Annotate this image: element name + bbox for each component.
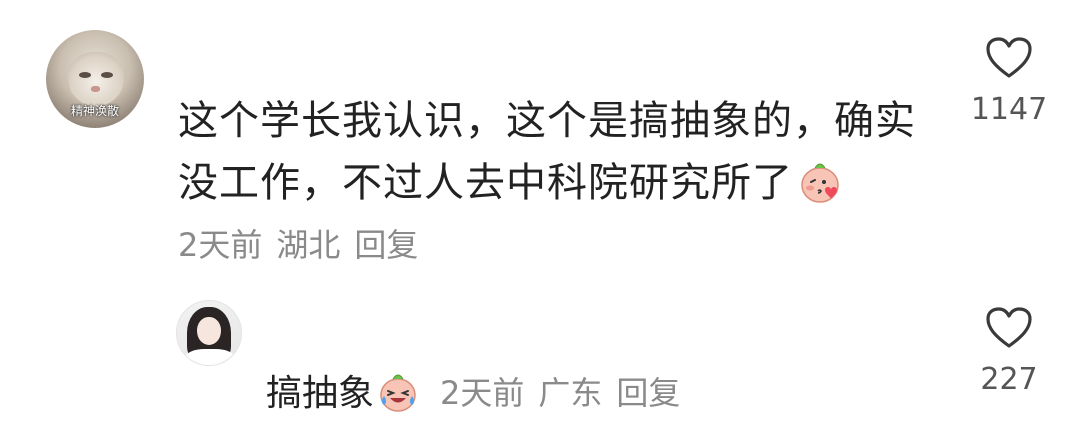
- cat-face: [68, 52, 124, 106]
- like-count: 1147: [970, 92, 1048, 127]
- like-count: 227: [980, 362, 1038, 397]
- reply-line: 搞抽象: [266, 364, 420, 416]
- comment-location: 湖北: [276, 226, 341, 264]
- reply-like-button[interactable]: 227: [954, 306, 1064, 397]
- blush-kiss-emoji-icon: [797, 158, 843, 204]
- comment-meta: 2天前 湖北 回复: [178, 220, 418, 266]
- reply-button[interactable]: 回复: [354, 226, 418, 264]
- reply-username[interactable]: 搞抽象: [266, 373, 374, 414]
- reply-reply-button[interactable]: 回复: [616, 374, 680, 412]
- reply-location: 广东: [538, 374, 603, 412]
- comment-like-button[interactable]: 1147: [954, 36, 1064, 127]
- commenter-avatar[interactable]: 精神涣散: [46, 30, 144, 128]
- laughing-tears-emoji-icon: [376, 369, 420, 413]
- avatar-caption: 精神涣散: [70, 104, 119, 118]
- comment-time: 2天前: [178, 226, 263, 264]
- heart-outline-icon: [986, 307, 1032, 348]
- comment-body: 这个学长我认识，这个是搞抽象的，确实没工作，不过人去中科院研究所了: [178, 90, 938, 214]
- reply-time: 2天前: [440, 374, 525, 412]
- heart-outline-icon: [986, 37, 1032, 78]
- comment-thread: 精神涣散 这个学长我认识，这个是搞抽象的，确实没工作，不过人去中科院研究所了 2…: [0, 0, 1080, 430]
- replier-avatar[interactable]: [176, 300, 242, 366]
- reply-meta: 2天前 广东 回复: [440, 368, 680, 414]
